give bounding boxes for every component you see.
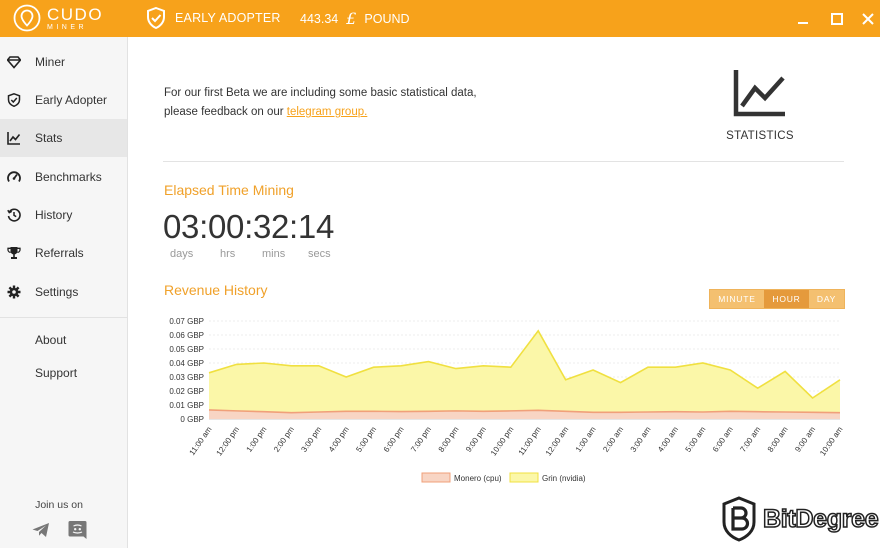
x-tick-label: 9:00 am — [793, 425, 817, 454]
x-tick-label: 5:00 am — [684, 425, 708, 454]
legend-label: Monero (cpu) — [454, 474, 502, 483]
y-tick-label: 0.06 GBP — [169, 331, 204, 340]
x-tick-label: 3:00 am — [629, 425, 653, 454]
x-tick-label: 7:00 pm — [409, 425, 433, 454]
x-tick-label: 4:00 pm — [327, 425, 351, 454]
bitdegree-logo-icon — [722, 496, 756, 542]
watermark-text: BitDegree — [762, 504, 879, 534]
legend-swatch — [421, 472, 451, 483]
x-tick-label: 10:00 pm — [489, 425, 516, 458]
x-tick-label: 1:00 am — [574, 425, 598, 454]
bitdegree-watermark: BitDegree — [721, 496, 879, 542]
x-tick-label: 9:00 pm — [464, 425, 488, 454]
x-tick-label: 4:00 am — [656, 425, 680, 454]
x-tick-label: 5:00 pm — [354, 425, 378, 454]
legend-swatch — [509, 472, 539, 483]
x-tick-label: 10:00 am — [818, 425, 845, 458]
x-tick-label: 1:00 pm — [245, 425, 269, 454]
x-tick-label: 6:00 pm — [382, 425, 406, 454]
x-tick-label: 7:00 am — [738, 425, 762, 454]
y-tick-label: 0.01 GBP — [169, 401, 204, 410]
y-tick-label: 0.02 GBP — [169, 387, 204, 396]
x-tick-label: 11:00 am — [187, 425, 213, 457]
x-tick-label: 6:00 am — [711, 425, 735, 454]
x-tick-label: 11:00 pm — [517, 425, 543, 457]
x-tick-label: 8:00 am — [766, 425, 790, 454]
x-tick-label: 12:00 am — [544, 425, 571, 458]
y-tick-label: 0.05 GBP — [169, 345, 204, 354]
x-tick-label: 12:00 pm — [215, 425, 242, 458]
y-tick-label: 0.03 GBP — [169, 373, 204, 382]
revenue-history-chart: 0 GBP 0.01 GBP 0.02 GBP 0.03 GBP 0.04 GBP 0.0… — [169, 317, 845, 483]
x-tick-label: 2:00 pm — [272, 425, 296, 454]
y-tick-label: 0.07 GBP — [169, 317, 204, 326]
x-tick-label: 2:00 am — [601, 425, 625, 454]
y-tick-label: 0.04 GBP — [169, 359, 204, 368]
x-tick-label: 3:00 pm — [299, 425, 323, 454]
legend-label: Grin (nvidia) — [542, 474, 586, 483]
x-tick-label: 8:00 pm — [437, 425, 461, 454]
y-tick-label: 0 GBP — [180, 415, 204, 424]
series-area-grin — [209, 330, 840, 419]
